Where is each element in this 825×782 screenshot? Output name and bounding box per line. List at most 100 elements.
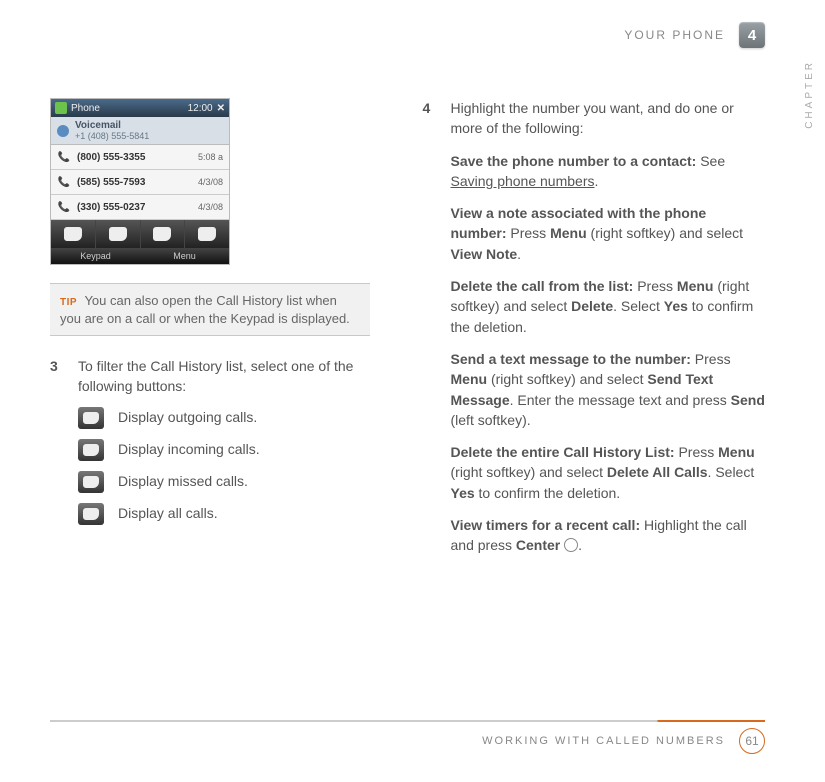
page-header: YOUR PHONE 4	[624, 22, 765, 48]
softkey-right: Menu	[140, 248, 229, 264]
substep-title: Delete the call from the list:	[451, 278, 634, 294]
filter-label: Display outgoing calls.	[118, 407, 257, 427]
voicemail-number: +1 (408) 555-5841	[75, 131, 149, 141]
step-body: To filter the Call History list, select …	[78, 356, 393, 525]
substep-save-contact: Save the phone number to a contact: See …	[451, 151, 766, 192]
phone-time: 12:00	[188, 103, 213, 114]
text: to confirm the deletion.	[475, 485, 621, 501]
text: . Enter the message text and press	[510, 392, 731, 408]
substep-view-note: View a note associated with the phone nu…	[451, 203, 766, 264]
content-columns: Phone 12:00 ✕ Voicemail +1 (408) 555-584…	[50, 98, 765, 556]
text: . Select	[613, 298, 664, 314]
left-column: Phone 12:00 ✕ Voicemail +1 (408) 555-584…	[50, 98, 393, 556]
text: Press	[691, 351, 731, 367]
key-menu: Menu	[550, 225, 587, 241]
text: (right softkey) and select	[587, 225, 743, 241]
text: (right softkey) and select	[487, 371, 647, 387]
call-date: 4/3/08	[198, 177, 223, 187]
right-column: 4 Highlight the number you want, and do …	[423, 98, 766, 556]
substep-view-timers: View timers for a recent call: Highlight…	[451, 515, 766, 556]
text: Press	[507, 225, 551, 241]
call-date: 5:08 a	[198, 152, 223, 162]
chapter-side-label: CHAPTER	[804, 60, 815, 129]
outgoing-calls-icon	[78, 407, 104, 429]
chapter-number-badge: 4	[739, 22, 765, 48]
call-icon: 📞	[57, 150, 71, 164]
tip-label: TIP	[60, 297, 77, 308]
softkey-left: Keypad	[51, 248, 140, 264]
key-menu: Menu	[718, 444, 755, 460]
manual-page: YOUR PHONE 4 CHAPTER Phone 12:00 ✕ Voice…	[0, 0, 825, 782]
filter-incoming-icon	[96, 220, 141, 248]
text: See	[700, 153, 725, 169]
filter-outgoing-icon	[51, 220, 96, 248]
option-view-note: View Note	[451, 246, 518, 262]
call-history-row: 📞 (800) 555-3355 5:08 a	[51, 145, 229, 170]
text: .	[578, 537, 582, 553]
substep-title: Send a text message to the number:	[451, 351, 691, 367]
step-intro: To filter the Call History list, select …	[78, 356, 393, 397]
substep-title: View timers for a recent call:	[451, 517, 641, 533]
softkey-bar: Keypad Menu	[51, 248, 229, 264]
filter-row-all: Display all calls.	[78, 503, 393, 525]
call-number: (800) 555-3355	[77, 152, 198, 163]
filter-row-incoming: Display incoming calls.	[78, 439, 393, 461]
phone-screenshot: Phone 12:00 ✕ Voicemail +1 (408) 555-584…	[50, 98, 230, 265]
start-icon	[55, 102, 67, 114]
substep-delete-call: Delete the call from the list: Press Men…	[451, 276, 766, 337]
text: .	[517, 246, 521, 262]
step-4: 4 Highlight the number you want, and do …	[423, 98, 766, 556]
text: .	[595, 173, 599, 189]
text: . Select	[708, 464, 755, 480]
step-body: Highlight the number you want, and do on…	[451, 98, 766, 556]
option-delete: Delete	[571, 298, 613, 314]
key-send: Send	[731, 392, 765, 408]
phone-title-bar: Phone 12:00 ✕	[51, 99, 229, 117]
key-center: Center	[516, 537, 560, 553]
page-number: 61	[739, 728, 765, 754]
substep-title: Delete the entire Call History List:	[451, 444, 675, 460]
step-3: 3 To filter the Call History list, selec…	[50, 356, 393, 525]
filter-row-outgoing: Display outgoing calls.	[78, 407, 393, 429]
key-menu: Menu	[451, 371, 488, 387]
option-delete-all-calls: Delete All Calls	[607, 464, 708, 480]
center-button-icon	[564, 538, 578, 552]
footer-section-title: WORKING WITH CALLED NUMBERS	[482, 735, 725, 747]
substep-delete-all: Delete the entire Call History List: Pre…	[451, 442, 766, 503]
tip-text: You can also open the Call History list …	[60, 293, 350, 326]
filter-row-missed: Display missed calls.	[78, 471, 393, 493]
call-icon: 📞	[57, 175, 71, 189]
all-calls-icon	[78, 503, 104, 525]
call-history-row: 📞 (585) 555-7593 4/3/08	[51, 170, 229, 195]
missed-calls-icon	[78, 471, 104, 493]
filter-missed-icon	[141, 220, 186, 248]
text: Press	[675, 444, 719, 460]
call-history-row: 📞 (330) 555-0237 4/3/08	[51, 195, 229, 220]
substep-title: Save the phone number to a contact:	[451, 153, 697, 169]
call-number: (330) 555-0237	[77, 202, 198, 213]
link-saving-phone-numbers[interactable]: Saving phone numbers	[451, 173, 595, 189]
filter-all-icon	[185, 220, 229, 248]
phone-app-title: Phone	[71, 103, 100, 114]
page-footer: WORKING WITH CALLED NUMBERS 61	[50, 720, 765, 754]
filter-bar	[51, 220, 229, 248]
voicemail-icon	[57, 125, 69, 137]
call-date: 4/3/08	[198, 202, 223, 212]
step-number: 3	[50, 356, 64, 525]
header-section-title: YOUR PHONE	[624, 28, 725, 42]
voicemail-label: Voicemail	[75, 120, 149, 131]
step-intro: Highlight the number you want, and do on…	[451, 98, 766, 139]
voicemail-row: Voicemail +1 (408) 555-5841	[51, 117, 229, 145]
call-icon: 📞	[57, 200, 71, 214]
filter-label: Display missed calls.	[118, 471, 248, 491]
text: (left softkey).	[451, 412, 531, 428]
substep-send-text: Send a text message to the number: Press…	[451, 349, 766, 430]
tip-box: TIP You can also open the Call History l…	[50, 283, 370, 336]
text: (right softkey) and select	[451, 464, 607, 480]
filter-label: Display incoming calls.	[118, 439, 260, 459]
step-number: 4	[423, 98, 437, 556]
incoming-calls-icon	[78, 439, 104, 461]
text: Press	[633, 278, 677, 294]
filter-label: Display all calls.	[118, 503, 218, 523]
key-menu: Menu	[677, 278, 714, 294]
